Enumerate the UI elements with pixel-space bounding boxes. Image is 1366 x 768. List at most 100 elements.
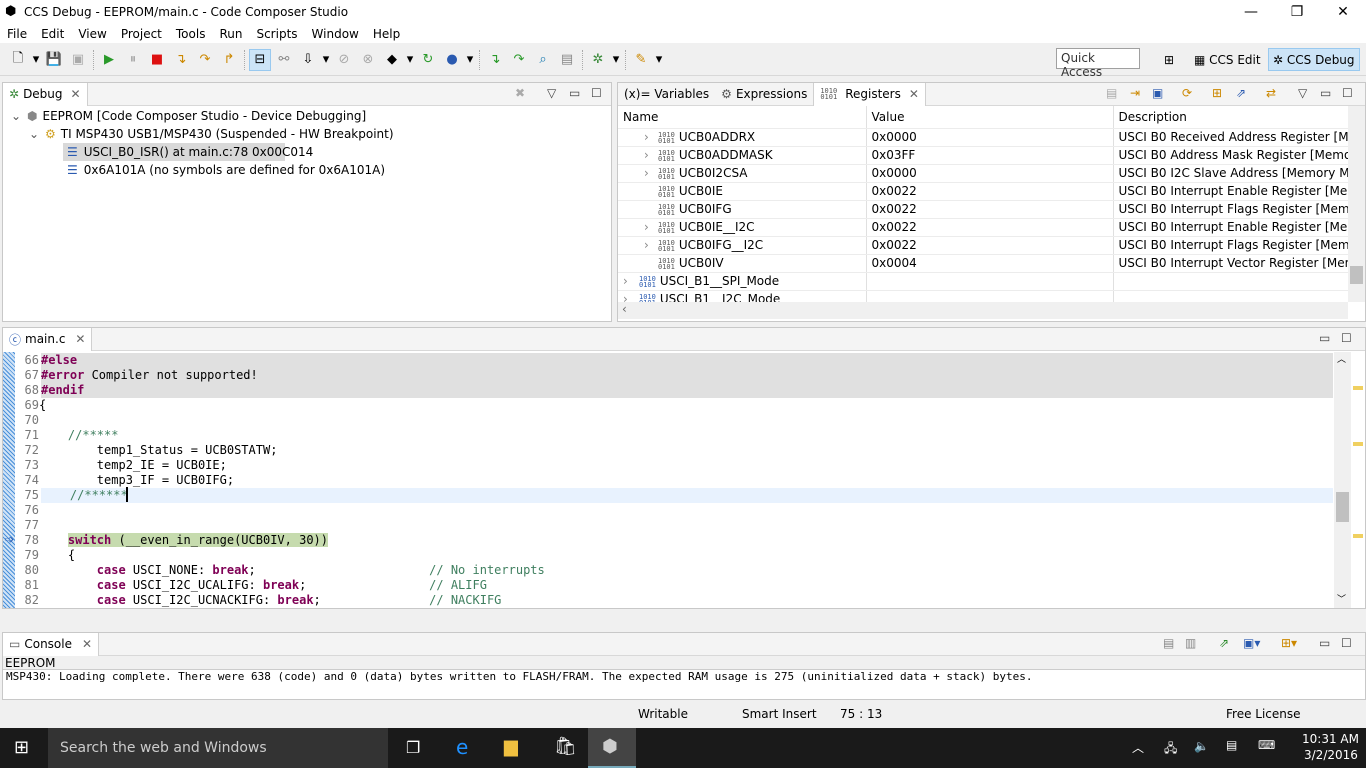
tools-icon[interactable]: ✎ xyxy=(630,49,652,71)
quick-access-input[interactable]: Quick Access xyxy=(1056,48,1140,79)
chevron-down-icon[interactable]: ⌄ xyxy=(11,109,27,123)
clear-console-icon[interactable]: ▤ xyxy=(1163,636,1174,650)
annotation-marker[interactable] xyxy=(1353,386,1363,390)
console-output[interactable]: MSP430: Loading complete. There were 638… xyxy=(3,670,1365,683)
annotation-marker[interactable] xyxy=(1353,442,1363,446)
terminate-icon[interactable]: ■ xyxy=(146,49,168,71)
code-line[interactable]: 75 //****** xyxy=(3,488,1333,503)
restart-icon[interactable]: ⊗ xyxy=(357,49,379,71)
code-area[interactable]: 66 #else 67 #error Compiler not supported! 6… xyxy=(3,353,1333,608)
scroll-left-icon[interactable]: ‹ xyxy=(622,302,627,316)
register-value[interactable]: 0x0022 xyxy=(866,236,1114,255)
chevron-down-icon[interactable]: ▾ xyxy=(31,49,41,71)
remove-terminated-icon[interactable]: ✖ xyxy=(515,86,525,100)
clock-time[interactable]: 10:31 AM xyxy=(1302,732,1359,746)
ccs-taskbar-button[interactable]: ⬢ xyxy=(588,728,636,768)
tree-item-target[interactable]: ⌄ ⚙ TI MSP430 USB1/MSP430 (Suspended - HW … xyxy=(3,125,611,143)
perspective-ccs-debug[interactable]: ✲ CCS Debug xyxy=(1268,48,1360,71)
code-line[interactable]: 77 xyxy=(3,518,1333,533)
code-line[interactable]: 69{ xyxy=(3,398,1333,413)
register-row[interactable]: › 1010 0101 UCB0I2CSA 0x0000 USCI B0 I2C Slav… xyxy=(618,164,1348,183)
chevron-down-icon[interactable]: ▾ xyxy=(654,49,664,71)
collapse-icon[interactable]: ▤ xyxy=(1106,86,1117,100)
chevron-right-icon[interactable]: › xyxy=(644,220,658,234)
chevron-right-icon[interactable]: › xyxy=(644,148,658,162)
chevron-down-icon[interactable]: ▾ xyxy=(321,49,331,71)
stack-frame[interactable]: ☰ 0x6A101A (no symbols are defined for 0x… xyxy=(63,161,611,179)
code-line[interactable]: 82 case USCI_I2C_UCNACKIFG: break; // NA… xyxy=(3,593,1333,608)
menu-edit[interactable]: Edit xyxy=(34,27,71,41)
task-view-icon[interactable]: ❐ xyxy=(406,738,420,757)
column-name[interactable]: Name xyxy=(618,106,867,129)
step-return-icon[interactable]: ↱ xyxy=(218,49,240,71)
column-value[interactable]: Value xyxy=(866,106,1114,129)
save-all-icon[interactable]: ▣ xyxy=(67,49,89,71)
add-icon[interactable]: ⇥ xyxy=(1130,86,1140,100)
horizontal-scrollbar[interactable]: ‹ xyxy=(618,302,1348,319)
edge-icon[interactable]: e xyxy=(456,735,468,759)
chevron-right-icon[interactable]: › xyxy=(644,238,658,252)
view-menu-icon[interactable]: ▽ xyxy=(547,86,556,100)
tab-main-c[interactable]: ⓒ main.c ✕ xyxy=(3,328,93,351)
close-button[interactable]: ✕ xyxy=(1320,0,1366,24)
chevron-right-icon[interactable]: › xyxy=(644,166,658,180)
suspend-icon[interactable]: ⏸ xyxy=(122,49,144,71)
reset-icon[interactable]: ⊘ xyxy=(333,49,355,71)
view-menu-icon[interactable]: ▽ xyxy=(1298,86,1307,100)
chevron-down-icon[interactable]: ⌄ xyxy=(29,127,45,141)
store-icon[interactable]: 🛍 xyxy=(554,736,577,757)
register-value[interactable]: 0x03FF xyxy=(866,146,1114,165)
editor-scrollbar[interactable]: ︿ ﹀ xyxy=(1334,352,1351,608)
run-icon[interactable]: ↻ xyxy=(417,49,439,71)
view-icon[interactable]: ▤ xyxy=(556,49,578,71)
scroll-up-icon[interactable]: ︿ xyxy=(1337,352,1346,365)
code-line[interactable]: 71 //***** xyxy=(3,428,1333,443)
register-row[interactable]: › 1010 0101 UCB0ADDMASK 0x03FF USCI B0 Addres… xyxy=(618,146,1348,165)
minimize-icon[interactable]: ▭ xyxy=(1319,636,1330,650)
tab-registers[interactable]: 1010 0101 Registers ✕ xyxy=(813,83,926,106)
code-line[interactable]: 81 case USCI_I2C_UCALIFG: break; // ALIF… xyxy=(3,578,1333,593)
minimize-icon[interactable]: ▭ xyxy=(569,86,580,100)
minimize-icon[interactable]: ▭ xyxy=(1319,331,1330,345)
code-line[interactable]: 67 #error Compiler not supported! xyxy=(3,368,1333,383)
code-line[interactable]: 79 { xyxy=(3,548,1333,563)
menu-run[interactable]: Run xyxy=(212,27,249,41)
step-into-icon[interactable]: ↴ xyxy=(170,49,192,71)
file-explorer-icon[interactable]: ▆ xyxy=(504,736,518,757)
close-icon[interactable]: ✕ xyxy=(71,87,81,101)
windows-start-icon[interactable]: ⊞ xyxy=(14,737,29,758)
refresh-icon[interactable]: ⟳ xyxy=(1182,86,1192,100)
minimize-button[interactable]: — xyxy=(1228,0,1274,24)
resume-icon[interactable]: ▶ xyxy=(98,49,120,71)
register-row[interactable]: 1010 0101 UCB0IE 0x0022 USCI B0 Interrupt En… xyxy=(618,182,1348,201)
code-line[interactable]: 68 #endif xyxy=(3,383,1333,398)
volume-icon[interactable]: 🔈 xyxy=(1194,739,1209,753)
network-icon[interactable]: 🖧 xyxy=(1164,739,1177,760)
register-value[interactable]: 0x0022 xyxy=(866,200,1114,219)
perspective-ccs-edit[interactable]: ▦ CCS Edit xyxy=(1190,48,1265,71)
register-value[interactable]: 0x0022 xyxy=(866,182,1114,201)
clock-date[interactable]: 3/2/2016 xyxy=(1304,748,1358,762)
chevron-right-icon[interactable]: › xyxy=(644,130,658,144)
register-value[interactable]: 0x0000 xyxy=(866,164,1114,183)
disconnect-icon[interactable]: ⚯ xyxy=(273,49,295,71)
tab-expressions[interactable]: ⚙ Expressions xyxy=(715,83,813,106)
tab-debug[interactable]: ✲ Debug ✕ xyxy=(3,82,88,106)
close-icon[interactable]: ✕ xyxy=(909,87,919,101)
maximize-icon[interactable]: ☐ xyxy=(1341,331,1352,345)
register-row[interactable]: 1010 0101 UCB0IFG 0x0022 USCI B0 Interrupt F… xyxy=(618,200,1348,219)
display-console-icon[interactable]: ▣▾ xyxy=(1243,636,1260,650)
code-line[interactable]: 72 temp1_Status = UCB0STATW; xyxy=(3,443,1333,458)
tab-variables[interactable]: (x)= Variables xyxy=(618,83,715,106)
menu-project[interactable]: Project xyxy=(114,27,169,41)
code-line[interactable]: 70 xyxy=(3,413,1333,428)
scroll-down-icon[interactable]: ﹀ xyxy=(1337,592,1346,605)
register-row[interactable]: 1010 0101 UCB0IV 0x0004 USCI B0 Interrupt Ve… xyxy=(618,254,1348,273)
new-group-icon[interactable]: ⊞ xyxy=(1212,86,1222,100)
close-icon[interactable]: ✕ xyxy=(82,637,92,651)
scrollbar-thumb[interactable] xyxy=(1350,266,1363,284)
code-line[interactable]: 73 temp2_IE = UCB0IE; xyxy=(3,458,1333,473)
layout-icon[interactable]: ▣ xyxy=(1152,86,1163,100)
menu-tools[interactable]: Tools xyxy=(169,27,213,41)
save-icon[interactable]: 💾 xyxy=(43,49,65,71)
